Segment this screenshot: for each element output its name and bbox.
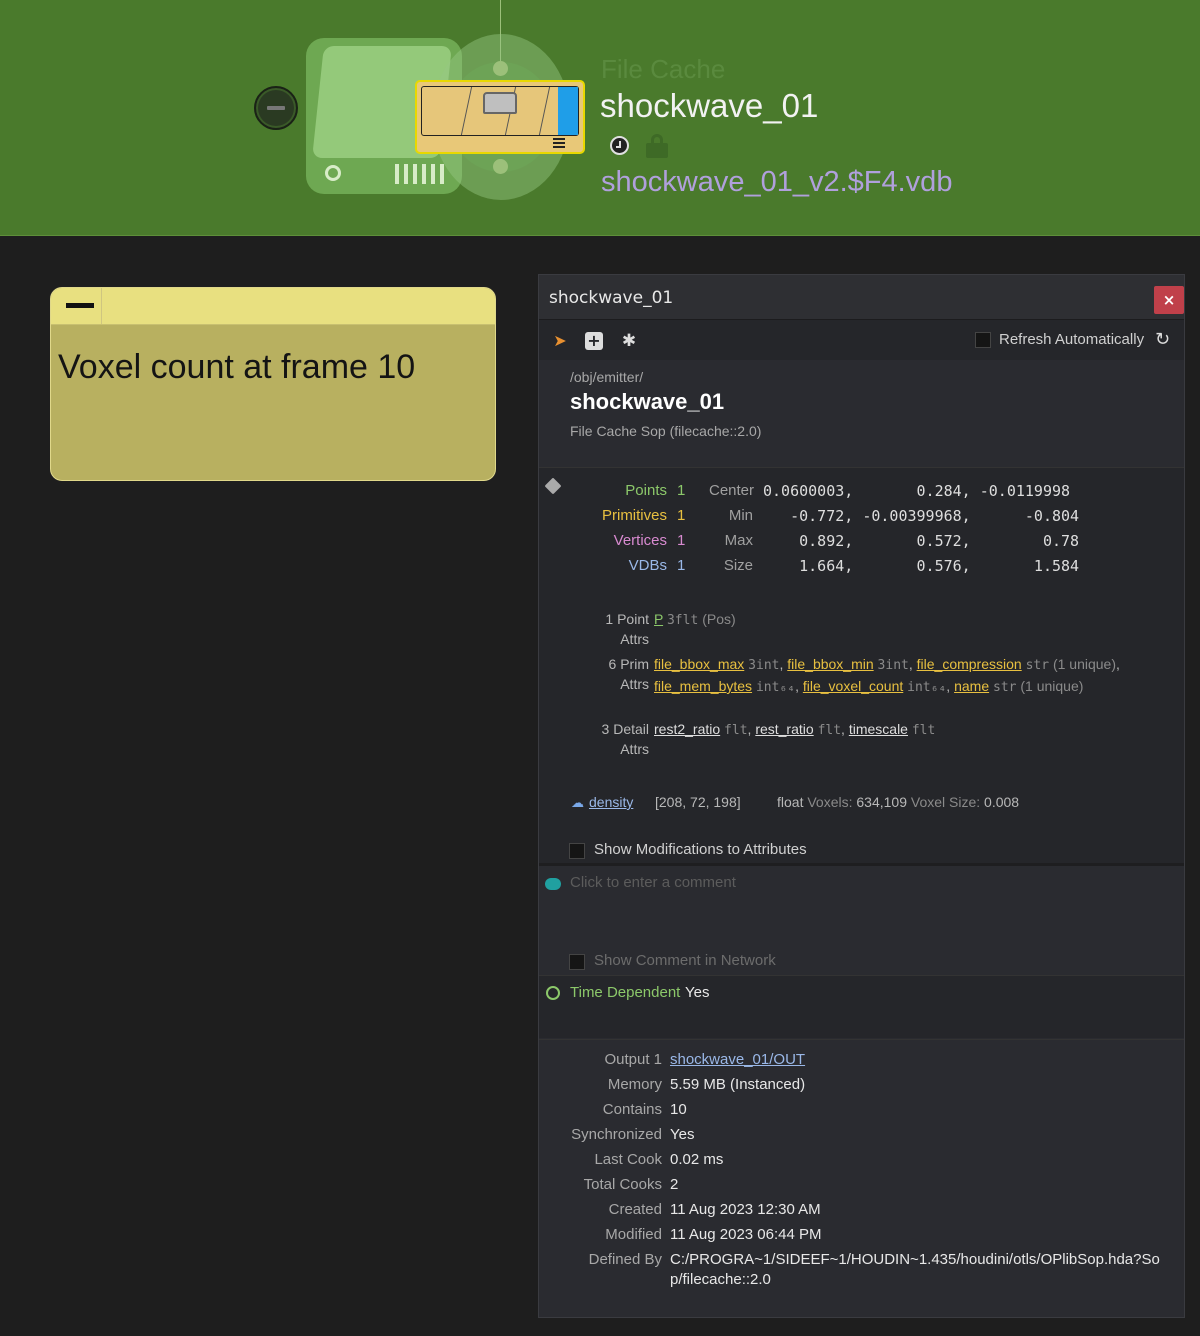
vertices-label: Vertices	[613, 532, 667, 549]
minimize-icon	[66, 303, 94, 308]
attribute-type: int₆₄	[907, 680, 947, 695]
attribute-link[interactable]: rest_ratio	[755, 721, 813, 737]
attribute-type: flt	[817, 723, 842, 738]
vdbs-count: 1	[677, 557, 686, 574]
prim-attributes-label: 6 Prim Attrs	[608, 656, 649, 692]
time-dependent-value: Yes	[685, 984, 710, 1001]
node-type-label: File Cache	[601, 54, 726, 84]
bypass-flag-button[interactable]	[254, 86, 298, 130]
node-info-icon[interactable]	[553, 138, 565, 148]
panel-title: shockwave_01	[549, 288, 674, 308]
expand-plus-icon[interactable]: +	[585, 332, 603, 350]
node-type-description: File Cache Sop (filecache::2.0)	[570, 423, 762, 439]
stat-row-vdbs: VDBs 1 Size 1.664, 0.576, 1.584	[539, 557, 1184, 579]
attribute-link[interactable]: name	[954, 678, 989, 694]
show-modifications-label: Show Modifications to Attributes	[594, 841, 807, 858]
close-button[interactable]: ×	[1154, 286, 1184, 314]
panel-titlebar[interactable]: shockwave_01 ×	[539, 275, 1184, 320]
refresh-automatically-checkbox[interactable]	[975, 332, 991, 348]
attribute-type: flt	[724, 723, 748, 738]
show-comment-in-network-checkbox[interactable]	[569, 954, 585, 970]
bbox-size-label: Size	[723, 557, 753, 574]
attribute-link[interactable]: file_voxel_count	[803, 678, 903, 694]
node-name-label[interactable]: shockwave_01	[600, 87, 818, 125]
time-dependent-icon	[610, 136, 629, 155]
attribute-link[interactable]: P	[654, 611, 663, 627]
comment-section: Click to enter a comment Show Comment in…	[539, 863, 1184, 976]
input-port[interactable]	[493, 61, 508, 76]
network-editor-area[interactable]: File Cache shockwave_01 shockwave_01_v2.…	[0, 0, 1200, 236]
bbox-center-values: 0.0600003, 0.284, -0.0119998	[763, 482, 1071, 500]
node-name-heading: shockwave_01	[570, 389, 725, 414]
vdb-volume-icon: ☁	[571, 795, 584, 810]
node-output-file-label: shockwave_01_v2.$F4.vdb	[601, 166, 953, 198]
attribute-type: str	[993, 680, 1017, 695]
attribute-note: (1 unique)	[1052, 656, 1117, 672]
output-link[interactable]: shockwave_01/OUT	[670, 1051, 805, 1068]
show-comment-in-network-label: Show Comment in Network	[594, 952, 776, 969]
node-info-panel: shockwave_01 × ➤ + ✱ Refresh Automatical…	[538, 274, 1185, 1318]
attribute-type: int₆₄	[755, 680, 796, 695]
bbox-max-label: Max	[724, 532, 753, 549]
node-path: /obj/emitter/	[570, 369, 644, 385]
sticky-note-text[interactable]: Voxel count at frame 10	[58, 348, 415, 387]
attribute-note: (Pos)	[702, 611, 736, 627]
bbox-max-values: 0.892, 0.572, 0.78	[763, 532, 1080, 550]
display-flag[interactable]	[558, 87, 578, 135]
vdbs-label: VDBs	[628, 557, 667, 574]
node-metadata-section: Output 1 shockwave_01/OUT Memory 5.59 MB …	[539, 1039, 1184, 1317]
clock-icon	[546, 986, 560, 1000]
time-dependent-section: Time Dependent Yes	[539, 975, 1184, 1038]
bbox-min-label: Min	[728, 507, 753, 524]
attribute-link[interactable]: rest2_ratio	[654, 721, 720, 737]
vertices-count: 1	[677, 532, 686, 549]
stat-row-primitives: Primitives 1 Min -0.772, -0.00399968, -0…	[539, 507, 1184, 529]
sticky-note-titlebar[interactable]	[51, 288, 495, 325]
bbox-min-values: -0.772, -0.00399968, -0.804	[763, 507, 1080, 525]
panel-toolbar: ➤ + ✱ Refresh Automatically ↻	[539, 320, 1184, 360]
debug-bug-icon[interactable]: ✱	[620, 332, 638, 350]
volume-info: float Voxels: 634,109 Voxel Size: 0.008	[777, 794, 1020, 810]
primitives-label: Primitives	[601, 507, 667, 524]
pin-icon[interactable]: ➤	[551, 332, 569, 350]
attribute-type: 3int	[748, 658, 780, 673]
show-modifications-checkbox[interactable]	[569, 843, 585, 859]
attribute-type: str	[1025, 658, 1050, 673]
attribute-link[interactable]: file_bbox_max	[654, 656, 744, 672]
attribute-type: 3int	[877, 658, 909, 673]
attribute-link[interactable]: timescale	[849, 721, 908, 737]
point-attributes-label: 1 Point Attrs	[605, 611, 649, 647]
refresh-icon[interactable]: ↻	[1155, 329, 1170, 350]
bbox-size-values: 1.664, 0.576, 1.584	[763, 557, 1080, 575]
node-header: /obj/emitter/ shockwave_01 File Cache So…	[539, 361, 1184, 466]
attribute-link[interactable]: file_bbox_min	[787, 656, 873, 672]
attribute-type: flt	[911, 723, 936, 738]
bbox-center-label: Center	[709, 482, 755, 499]
sticky-minimize-button[interactable]	[51, 288, 102, 324]
volume-resolution: [208, 72, 198]	[655, 794, 741, 810]
sticky-note[interactable]: Voxel count at frame 10	[50, 287, 496, 481]
points-count: 1	[677, 482, 686, 499]
comment-bubble-icon	[545, 878, 561, 890]
drive-vents-icon	[395, 164, 445, 184]
drive-led-icon	[325, 165, 341, 181]
attribute-link[interactable]: file_mem_bytes	[654, 678, 752, 694]
detail-attributes-label: 3 Detail Attrs	[601, 721, 649, 757]
hard-drive-icon	[483, 92, 517, 114]
time-dependent-label: Time Dependent	[570, 984, 681, 1001]
file-cache-node[interactable]	[415, 80, 585, 154]
geometry-info-section: Points 1 Center 0.0600003, 0.284, -0.011…	[539, 467, 1184, 863]
lock-icon	[646, 134, 668, 158]
stat-row-points: Points 1 Center 0.0600003, 0.284, -0.011…	[539, 482, 1184, 504]
attribute-note: (1 unique)	[1020, 678, 1084, 694]
primitives-count: 1	[677, 507, 686, 524]
refresh-automatically-label: Refresh Automatically	[999, 331, 1145, 348]
comment-input[interactable]: Click to enter a comment	[570, 874, 736, 891]
output-port[interactable]	[493, 159, 508, 174]
attribute-type: 3flt	[666, 613, 699, 628]
stat-row-vertices: Vertices 1 Max 0.892, 0.572, 0.78	[539, 532, 1184, 554]
points-label: Points	[625, 482, 667, 499]
attribute-link[interactable]: file_compression	[917, 656, 1022, 672]
volume-name-link[interactable]: density	[589, 794, 633, 810]
